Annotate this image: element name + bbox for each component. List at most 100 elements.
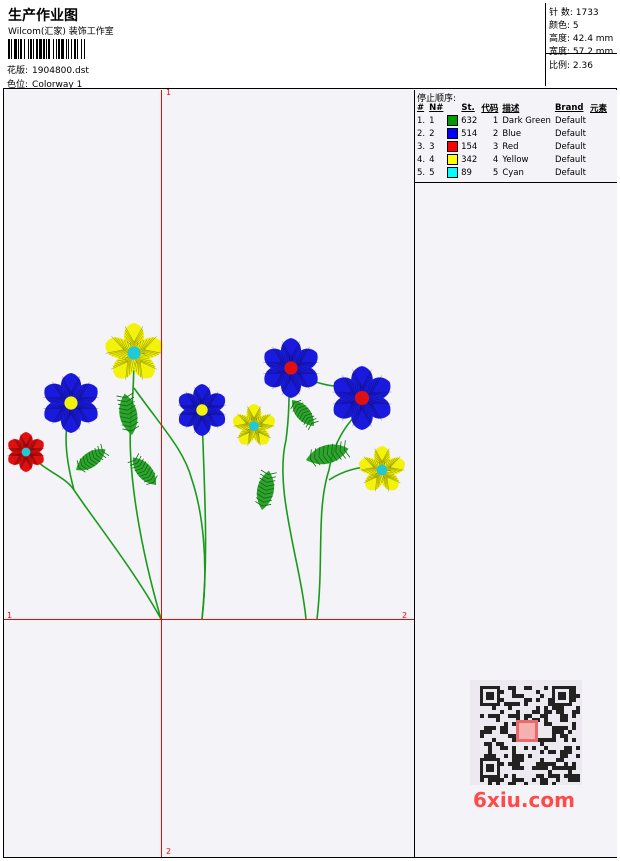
- leaf: [306, 440, 351, 467]
- col-header-description: 描述: [502, 103, 520, 114]
- flower: [263, 338, 319, 398]
- row-index: 4.: [417, 154, 426, 165]
- row-description: Yellow: [502, 154, 529, 165]
- table-divider: [415, 182, 617, 183]
- row-needle: 2: [429, 128, 435, 139]
- row-code: 5: [492, 167, 499, 178]
- leaf: [290, 399, 319, 431]
- row-description: Cyan: [502, 167, 524, 178]
- row-stitches-cell: 89: [445, 166, 479, 179]
- colorway-line: 色位: Colorway 1: [7, 77, 82, 90]
- row-needle: 5: [429, 167, 435, 178]
- row-stitches-cell: 154: [445, 140, 479, 153]
- col-header-brand: Brand: [554, 102, 584, 113]
- stem: [316, 409, 363, 620]
- stem: [201, 409, 207, 620]
- flower: [359, 446, 405, 492]
- leaf: [116, 392, 140, 435]
- embroidery-design: [7, 323, 405, 620]
- row-description: Red: [502, 141, 519, 152]
- row-index: 5.: [417, 167, 426, 178]
- flower: [233, 404, 275, 446]
- table-row: 4. 4 342 4 Yellow Default: [415, 153, 609, 166]
- flower: [178, 384, 226, 436]
- row-code: 2: [492, 128, 499, 139]
- leaf: [255, 469, 277, 510]
- table-header-row: # N# St. 代码 描述 Brand 元素: [415, 101, 609, 114]
- row-stitches: 514: [461, 129, 478, 139]
- row-needle: 1: [429, 115, 435, 126]
- axis-label-top: 1: [166, 88, 172, 97]
- horizontal-axis: [4, 619, 414, 620]
- design-file-label: 花版:: [7, 66, 29, 76]
- flower: [43, 373, 99, 433]
- color-swatch: [447, 167, 459, 178]
- row-brand: Default: [554, 128, 587, 139]
- stitch-count: 针 数: 1733: [549, 8, 599, 18]
- row-brand: Default: [554, 167, 587, 178]
- row-stitches: 89: [461, 168, 472, 178]
- col-header-index: #: [417, 102, 425, 113]
- row-element: [588, 114, 609, 127]
- table-row: 3. 3 154 3 Red Default: [415, 140, 609, 153]
- col-header-code: 代码: [481, 103, 499, 114]
- col-header-stitches: St.: [461, 102, 475, 113]
- page-title: 生产作业图: [8, 8, 78, 24]
- color-swatch: [447, 128, 459, 139]
- design-height: 高度: 42.4 mm: [549, 34, 614, 44]
- axis-label-right: 2: [402, 611, 408, 620]
- design-file-value: 1904800.dst: [32, 66, 89, 76]
- col-header-element: 元素: [590, 103, 608, 114]
- stats-box: 针 数: 1733 颜色: 5 高度: 42.4 mm 宽度: 57.2 mm …: [545, 3, 617, 86]
- row-needle: 3: [429, 141, 435, 152]
- design-scale: 比例: 2.36: [549, 61, 593, 71]
- row-index: 3.: [417, 141, 426, 152]
- row-brand: Default: [554, 115, 587, 126]
- color-swatch: [447, 115, 459, 126]
- qr-code: [470, 680, 582, 785]
- row-needle: 4: [429, 154, 435, 165]
- table-row: 5. 5 89 5 Cyan Default: [415, 166, 609, 179]
- watermark: 6xiu.com: [473, 788, 575, 812]
- row-description: Blue: [502, 128, 522, 139]
- row-stitches-cell: 632: [445, 114, 479, 127]
- colorway-value: Colorway 1: [32, 80, 83, 90]
- table-row: 2. 2 514 2 Blue Default: [415, 127, 609, 140]
- flower: [7, 432, 45, 472]
- col-header-needle: N#: [429, 102, 444, 113]
- colorway-label: 色位:: [7, 80, 29, 90]
- row-index: 2.: [417, 128, 426, 139]
- axis-label-bottom: 2: [166, 847, 172, 856]
- stem: [129, 351, 162, 620]
- row-stitches: 632: [461, 116, 478, 126]
- row-code: 4: [492, 154, 499, 165]
- row-stitches: 342: [461, 155, 478, 165]
- color-count: 颜色: 5: [549, 21, 579, 31]
- axis-label-left: 1: [7, 611, 13, 620]
- row-description: Dark Green: [502, 115, 551, 126]
- design-canvas: 1 1 2 2: [4, 88, 415, 857]
- row-element: [588, 140, 609, 153]
- design-file-line: 花版: 1904800.dst: [7, 63, 89, 76]
- row-index: 1.: [417, 115, 426, 126]
- leaf: [76, 443, 110, 473]
- row-code: 3: [492, 141, 499, 152]
- design-width: 宽度: 57.2 mm: [549, 47, 614, 57]
- row-stitches-cell: 514: [445, 127, 479, 140]
- vertical-axis: [161, 90, 162, 857]
- header: 生产作业图 Wilcom(汇家) 装饰工作室 花版: 1904800.dst 色位…: [3, 3, 617, 90]
- row-element: [588, 153, 609, 166]
- row-element: [588, 166, 609, 179]
- row-stitches-cell: 342: [445, 153, 479, 166]
- barcode: [8, 39, 85, 59]
- table-row: 1. 1 632 1 Dark Green Default: [415, 114, 609, 127]
- flower: [332, 366, 392, 430]
- color-swatch: [447, 154, 459, 165]
- studio-name: Wilcom(汇家) 装饰工作室: [8, 27, 114, 37]
- color-swatch: [447, 141, 459, 152]
- row-brand: Default: [554, 154, 587, 165]
- row-element: [588, 127, 609, 140]
- row-code: 1: [492, 115, 499, 126]
- stop-sequence-table: # N# St. 代码 描述 Brand 元素 1. 1 632 1 Dark Gre…: [415, 101, 609, 179]
- stats-divider: [545, 53, 617, 54]
